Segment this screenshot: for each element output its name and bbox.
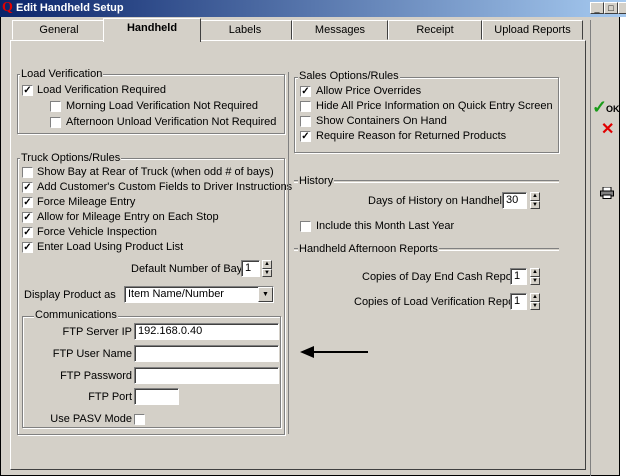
day-end-label: Copies of Day End Cash Report	[362, 271, 519, 283]
load-verification-required-label: Load Verification Required	[37, 84, 167, 96]
sales-options-label: Sales Options/Rules	[298, 70, 400, 82]
show-containers-label: Show Containers On Hand	[316, 115, 447, 127]
morning-verification-label: Morning Load Verification Not Required	[66, 100, 259, 112]
product-list-checkbox[interactable]: ✓	[22, 242, 33, 253]
show-containers-checkbox[interactable]	[300, 116, 311, 127]
app-icon: Q	[2, 0, 13, 15]
load-ver-spin-up-icon[interactable]: ▲	[530, 293, 540, 302]
ok-label: OK	[606, 104, 620, 114]
afternoon-reports-label: Handheld Afternoon Reports	[298, 243, 439, 255]
afternoon-verification-label: Afternoon Unload Verification Not Requir…	[66, 116, 277, 128]
title-bar[interactable]: Q Edit Handheld Setup _ □	[0, 0, 626, 17]
bays-spin-up-icon[interactable]: ▲	[262, 260, 272, 269]
tab-receipt[interactable]: Receipt	[388, 20, 482, 40]
allow-price-overrides-label: Allow Price Overrides	[316, 85, 422, 97]
window-title: Edit Handheld Setup	[16, 2, 124, 14]
tab-messages[interactable]: Messages	[292, 20, 388, 40]
column-divider	[288, 72, 289, 434]
mileage-each-stop-checkbox[interactable]: ✓	[22, 212, 33, 223]
morning-verification-checkbox[interactable]	[50, 101, 61, 112]
checkmark-icon: ✓	[592, 97, 608, 117]
days-history-input[interactable]: 30	[502, 192, 527, 209]
custom-fields-label: Add Customer's Custom Fields to Driver I…	[37, 181, 293, 193]
ftp-user-input[interactable]	[134, 345, 279, 362]
allow-price-overrides-checkbox[interactable]: ✓	[300, 86, 311, 97]
cancel-button[interactable]: ✕	[592, 117, 620, 144]
tab-upload-reports[interactable]: Upload Reports	[482, 20, 583, 40]
printer-icon	[600, 187, 614, 199]
hide-price-checkbox[interactable]	[300, 101, 311, 112]
load-ver-report-input[interactable]: 1	[510, 293, 527, 310]
history-label: History	[298, 175, 335, 187]
display-product-dropdown-icon[interactable]: ▼	[258, 287, 273, 302]
tab-labels[interactable]: Labels	[198, 20, 292, 40]
ftp-password-label: FTP Password	[60, 370, 132, 382]
days-spin-down-icon[interactable]: ▼	[530, 201, 540, 209]
load-ver-report-label: Copies of Load Verification Report	[354, 296, 521, 308]
ftp-port-input[interactable]	[134, 388, 179, 405]
display-product-select[interactable]: Item Name/Number	[124, 286, 274, 303]
tab-handheld[interactable]: Handheld	[103, 18, 201, 42]
pasv-label: Use PASV Mode	[50, 413, 132, 425]
day-end-spin-down-icon[interactable]: ▼	[530, 277, 540, 285]
day-end-input[interactable]: 1	[510, 268, 527, 285]
hide-price-label: Hide All Price Information on Quick Entr…	[316, 100, 553, 112]
communications-label: Communications	[34, 309, 118, 321]
default-bays-input[interactable]: 1	[241, 260, 260, 277]
day-end-spin-up-icon[interactable]: ▲	[530, 268, 540, 277]
display-product-label: Display Product as	[24, 289, 116, 301]
print-button[interactable]	[592, 183, 620, 210]
tab-general[interactable]: General	[12, 20, 106, 40]
require-reason-label: Require Reason for Returned Products	[316, 130, 507, 142]
force-mileage-checkbox[interactable]: ✓	[22, 197, 33, 208]
load-ver-spin-down-icon[interactable]: ▼	[530, 302, 540, 310]
custom-fields-checkbox[interactable]: ✓	[22, 182, 33, 193]
include-last-year-checkbox[interactable]	[300, 221, 311, 232]
force-mileage-label: Force Mileage Entry	[37, 196, 136, 208]
truck-options-label: Truck Options/Rules	[20, 152, 122, 164]
show-bay-label: Show Bay at Rear of Truck (when odd # of…	[37, 166, 274, 178]
vehicle-inspection-label: Force Vehicle Inspection	[37, 226, 157, 238]
ftp-user-label: FTP User Name	[52, 348, 132, 360]
afternoon-verification-checkbox[interactable]	[50, 117, 61, 128]
ftp-port-label: FTP Port	[88, 391, 132, 403]
mileage-each-stop-label: Allow for Mileage Entry on Each Stop	[37, 211, 219, 223]
minimize-button[interactable]: _	[590, 2, 604, 14]
days-history-label: Days of History on Handheld	[368, 195, 509, 207]
vehicle-inspection-checkbox[interactable]: ✓	[22, 227, 33, 238]
cancel-x-icon: ✕	[601, 121, 615, 138]
include-last-year-label: Include this Month Last Year	[316, 220, 455, 232]
close-button[interactable]	[618, 2, 626, 14]
product-list-label: Enter Load Using Product List	[37, 241, 184, 253]
load-verification-required-checkbox[interactable]: ✓	[22, 85, 33, 96]
default-bays-label: Default Number of Bays	[131, 263, 248, 275]
ftp-password-input[interactable]	[134, 367, 279, 384]
ftp-server-label: FTP Server IP	[62, 326, 132, 338]
days-spin-up-icon[interactable]: ▲	[530, 192, 540, 201]
ftp-server-input[interactable]: 192.168.0.40	[134, 323, 279, 340]
require-reason-checkbox[interactable]: ✓	[300, 131, 311, 142]
pasv-checkbox[interactable]	[134, 414, 145, 425]
side-divider	[590, 20, 591, 476]
load-verification-label: Load Verification	[20, 68, 104, 80]
bays-spin-down-icon[interactable]: ▼	[262, 269, 272, 277]
show-bay-checkbox[interactable]	[22, 167, 33, 178]
maximize-button[interactable]: □	[604, 2, 618, 14]
arrow-annotation-icon	[300, 346, 368, 358]
